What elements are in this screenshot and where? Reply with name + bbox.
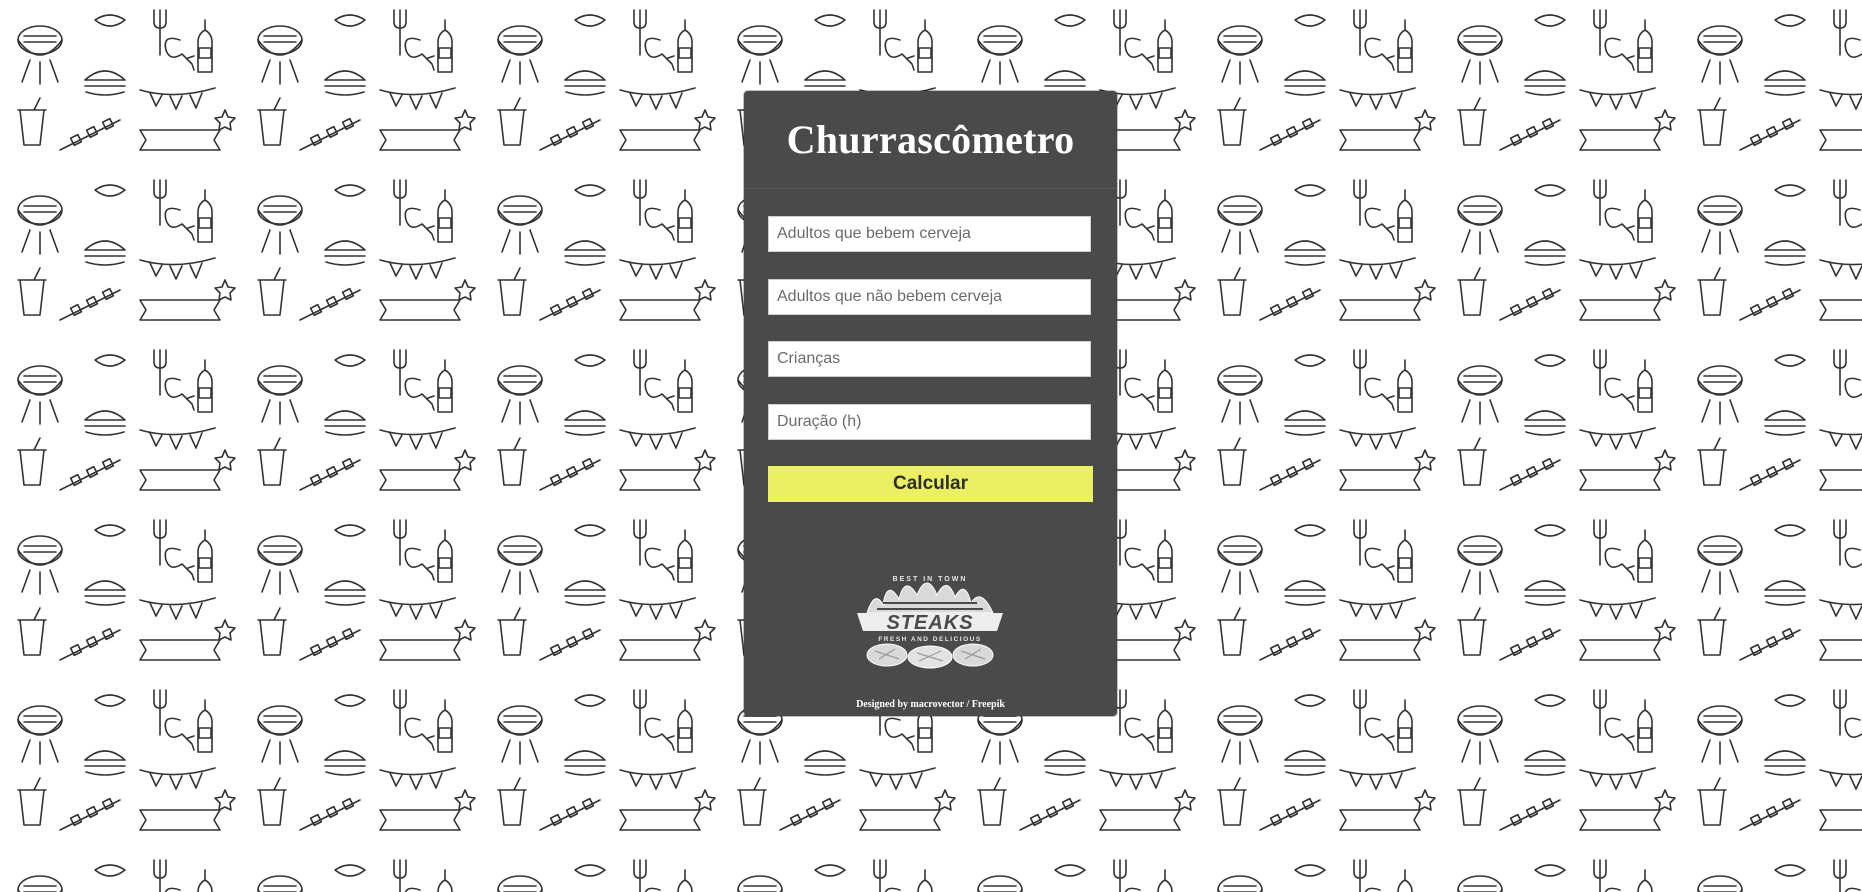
calculate-button[interactable]: Calcular <box>768 466 1093 502</box>
logo-top-text: BEST IN TOWN <box>893 576 968 583</box>
duration-input[interactable] <box>768 404 1091 440</box>
logo-sub-text: FRESH AND DELICIOUS <box>878 636 981 643</box>
steaks-logo-icon: BEST IN TOWN STEAKS FRESH AND DELICIOUS <box>847 569 1013 669</box>
page-title: Churrascômetro <box>786 117 1075 162</box>
designer-credit: Designed by macrovector / Freepik <box>856 699 1005 710</box>
title-divider <box>744 188 1117 189</box>
adults-no-beer-input[interactable] <box>768 279 1091 315</box>
children-input[interactable] <box>768 341 1091 377</box>
adults-beer-input[interactable] <box>768 216 1091 252</box>
logo-main-text: STEAKS <box>886 612 973 634</box>
calculator-card: Churrascômetro Calcular BEST IN TOWN STE… <box>744 91 1117 716</box>
